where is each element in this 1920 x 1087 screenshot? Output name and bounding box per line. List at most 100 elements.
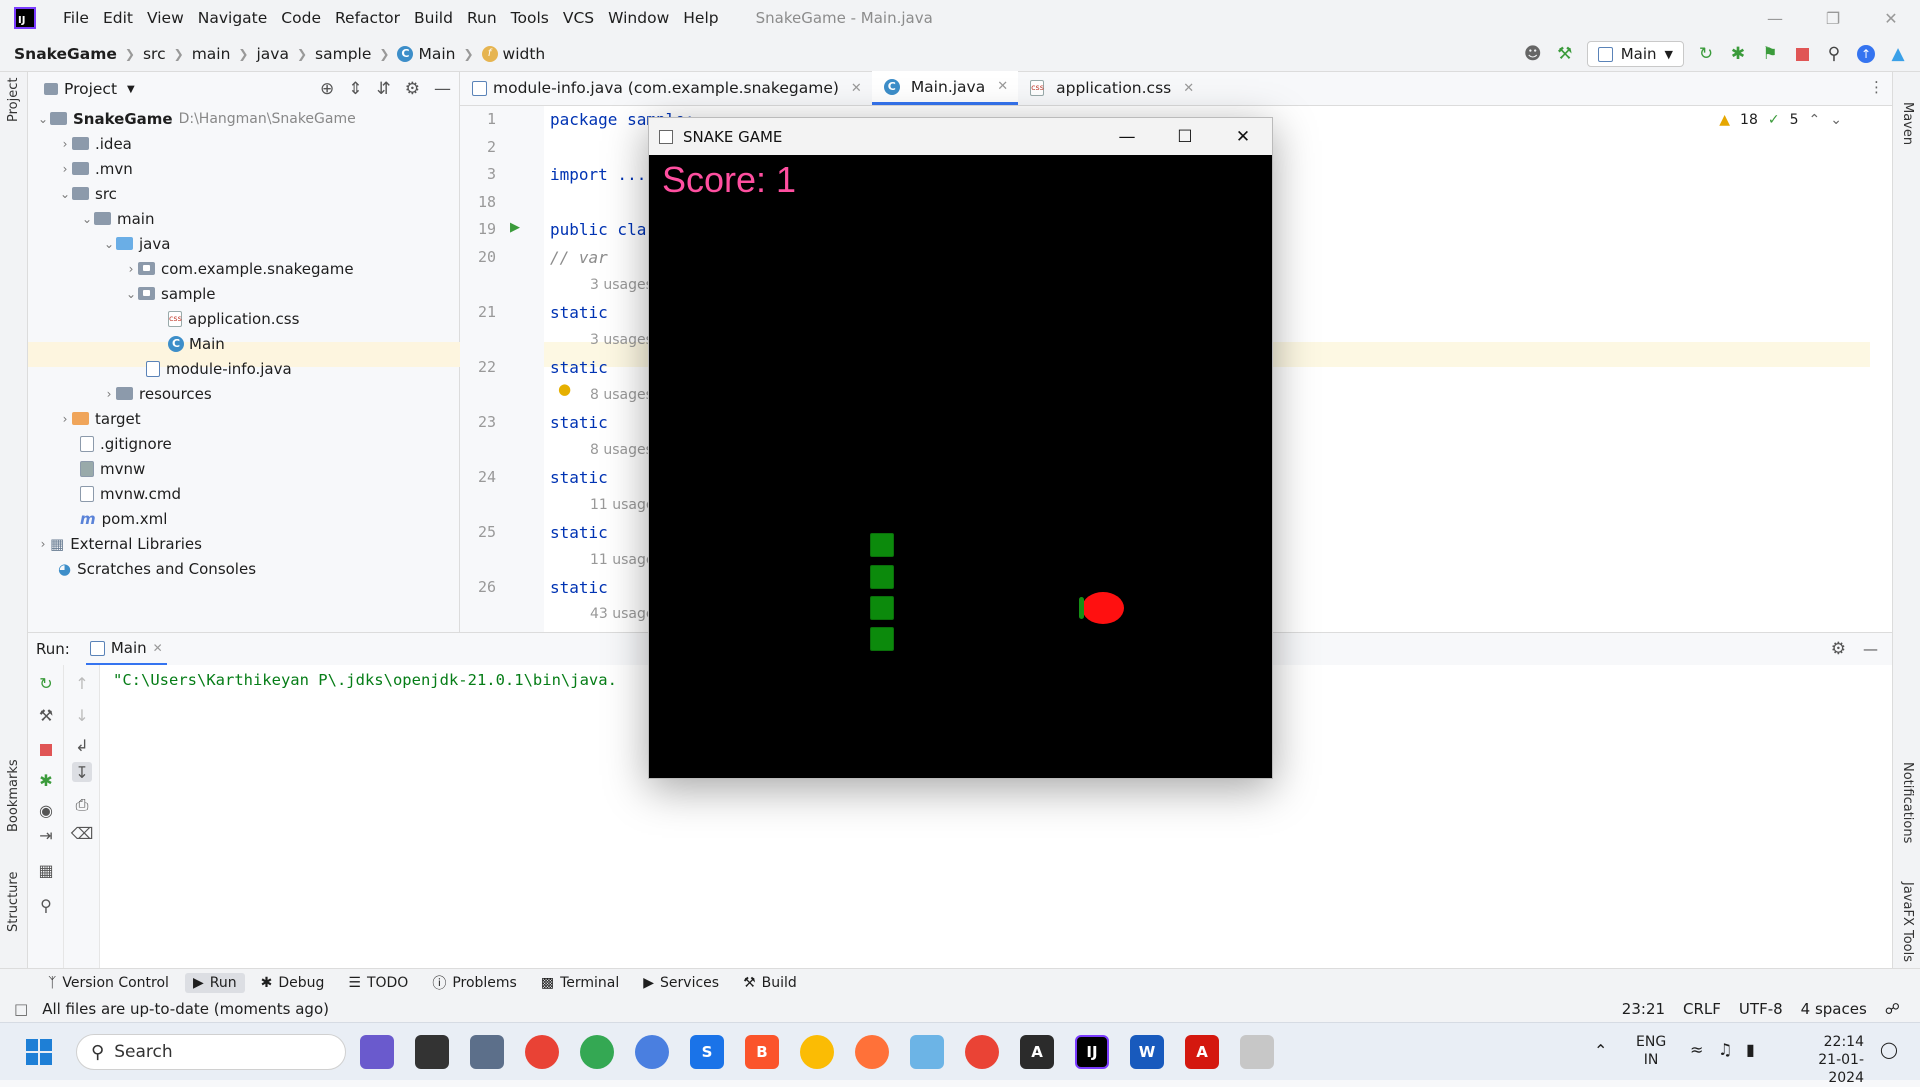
tree-item-src[interactable]: ⌄ src: [58, 181, 117, 206]
minimize-icon[interactable]: —: [1098, 118, 1156, 155]
chevron-down-icon[interactable]: ⌄: [102, 237, 116, 251]
bookmarks-tool-button[interactable]: Bookmarks: [6, 759, 21, 832]
menu-run[interactable]: Run: [460, 9, 504, 27]
tab-services[interactable]: ▶ Services: [635, 973, 727, 993]
inspection-widget[interactable]: ▲ 18 ✓ 5 ⌃ ⌄: [1719, 112, 1842, 128]
tree-item-target[interactable]: › target: [58, 406, 141, 431]
acrobat-icon[interactable]: A: [1185, 1035, 1219, 1069]
arrow-up-icon[interactable]: ↑: [72, 673, 92, 693]
chevron-up-icon[interactable]: ⌃: [1809, 112, 1821, 128]
chrome-alt-icon[interactable]: [800, 1035, 834, 1069]
word-icon[interactable]: W: [1130, 1035, 1164, 1069]
code-line[interactable]: static: [550, 578, 608, 597]
javafx-tools-button[interactable]: JavaFX Tools: [1900, 882, 1915, 962]
chevron-right-icon[interactable]: ›: [58, 412, 72, 426]
scroll-to-end-icon[interactable]: ↧: [72, 762, 92, 782]
jetbrains-logo-icon[interactable]: ▲: [1888, 44, 1908, 64]
print-icon[interactable]: ⎙: [72, 795, 92, 815]
copilot-icon[interactable]: [360, 1035, 394, 1069]
expand-all-icon[interactable]: ⇕: [348, 79, 362, 99]
debug-icon[interactable]: ✱: [1728, 44, 1748, 64]
gear-icon[interactable]: ⚙: [405, 79, 420, 99]
panel-toggle-icon[interactable]: □: [14, 1000, 28, 1018]
menu-build[interactable]: Build: [407, 9, 460, 27]
maximize-icon[interactable]: ☐: [1156, 118, 1214, 155]
debug-icon[interactable]: ✱: [36, 770, 56, 790]
breadcrumb-class[interactable]: Main: [418, 45, 455, 63]
volume-icon[interactable]: ♫: [1718, 1040, 1732, 1059]
tree-item-application-css[interactable]: css application.css: [168, 306, 299, 331]
notification-bell-icon[interactable]: ◯: [1880, 1040, 1898, 1059]
taskbar-search[interactable]: ⚲ Search: [76, 1034, 346, 1070]
line-separator[interactable]: CRLF: [1683, 1000, 1721, 1018]
maven-tool-button[interactable]: Maven: [1900, 102, 1915, 145]
brave-icon[interactable]: B: [745, 1035, 779, 1069]
code-line[interactable]: static: [550, 358, 608, 377]
close-icon[interactable]: ✕: [1862, 0, 1920, 36]
status-message[interactable]: All files are up-to-date (moments ago): [42, 1000, 329, 1018]
lock-icon[interactable]: ☍: [1885, 1000, 1900, 1018]
task-view-icon[interactable]: [415, 1035, 449, 1069]
trash-icon[interactable]: ⌫: [71, 823, 94, 843]
tab-module-info[interactable]: module-info.java (com.example.snakegame)…: [460, 71, 872, 105]
layout-icon[interactable]: ▦: [36, 860, 56, 880]
menu-code[interactable]: Code: [274, 9, 328, 27]
tree-item-resources[interactable]: › resources: [102, 381, 212, 406]
usages-hint[interactable]: 3 usages: [590, 332, 653, 348]
language-indicator[interactable]: ENG IN: [1636, 1033, 1666, 1069]
tab-debug[interactable]: ✱ Debug: [253, 973, 333, 993]
breadcrumb-java[interactable]: java: [256, 45, 288, 63]
tree-item-external-libraries[interactable]: › ▦ External Libraries: [36, 531, 202, 556]
project-panel-title[interactable]: Project: [64, 80, 117, 98]
chrome-third-icon[interactable]: [965, 1035, 999, 1069]
menu-view[interactable]: View: [140, 9, 191, 27]
battery-icon[interactable]: ▮: [1746, 1040, 1755, 1059]
tab-version-control[interactable]: ᛉ Version Control: [40, 973, 177, 993]
close-tab-icon[interactable]: ✕: [1183, 81, 1194, 96]
structure-tool-button[interactable]: Structure: [6, 872, 21, 932]
usages-hint[interactable]: 3 usages: [590, 277, 653, 293]
chevron-down-icon[interactable]: ⌄: [58, 187, 72, 201]
code-line[interactable]: static: [550, 303, 608, 322]
menu-tools[interactable]: Tools: [504, 9, 556, 27]
snipping-tool-icon[interactable]: [910, 1035, 944, 1069]
snake-game-window[interactable]: SNAKE GAME — ☐ ✕ Score: 1: [648, 117, 1273, 779]
code-line[interactable]: // var: [550, 248, 608, 267]
usages-hint[interactable]: 8 usages: [590, 442, 653, 458]
tab-todo[interactable]: ☰ TODO: [340, 973, 416, 993]
tree-item-snakegame[interactable]: ⌄ SnakeGame D:\Hangman\SnakeGame: [36, 106, 356, 131]
breadcrumb-src[interactable]: src: [143, 45, 166, 63]
breadcrumb-main[interactable]: main: [192, 45, 231, 63]
tab-run[interactable]: ▶ Run: [184, 972, 245, 993]
coverage-icon[interactable]: ⚑: [1760, 44, 1780, 64]
code-line[interactable]: static: [550, 523, 608, 542]
user-icon[interactable]: ☻: [1523, 44, 1543, 64]
code-line[interactable]: static: [550, 468, 608, 487]
breadcrumb-sample[interactable]: sample: [315, 45, 371, 63]
tree-item-module-info[interactable]: module-info.java: [146, 356, 292, 381]
chevron-right-icon[interactable]: ›: [102, 387, 116, 401]
gear-icon[interactable]: ⚙: [1831, 639, 1846, 659]
breadcrumb-project[interactable]: SnakeGame: [14, 45, 117, 63]
breadcrumb-field[interactable]: width: [503, 45, 546, 63]
tree-item-mvnw[interactable]: mvnw: [80, 456, 145, 481]
close-tab-icon[interactable]: ✕: [851, 81, 862, 96]
file-encoding[interactable]: UTF-8: [1739, 1000, 1783, 1018]
firefox-icon[interactable]: [855, 1035, 889, 1069]
menu-navigate[interactable]: Navigate: [191, 9, 275, 27]
collapse-all-icon[interactable]: ⇵: [377, 79, 391, 99]
camera-icon[interactable]: ◉: [36, 800, 56, 820]
tab-application-css[interactable]: css application.css ✕: [1018, 71, 1204, 105]
arrow-down-icon[interactable]: ↓: [72, 705, 92, 725]
tab-main-java[interactable]: C Main.java ✕: [871, 71, 1019, 105]
lightbulb-icon[interactable]: ●: [558, 380, 571, 398]
indent-setting[interactable]: 4 spaces: [1801, 1000, 1867, 1018]
pin-icon[interactable]: ⚲: [36, 895, 56, 915]
java-app-icon[interactable]: [1240, 1035, 1274, 1069]
hide-icon[interactable]: —: [434, 79, 451, 99]
clock[interactable]: 22:14 21-01-2024: [1784, 1033, 1864, 1087]
locate-icon[interactable]: ⊕: [320, 79, 334, 99]
rerun-icon[interactable]: ↻: [36, 673, 56, 693]
usages-hint[interactable]: 11 usage: [590, 552, 655, 568]
more-tabs-icon[interactable]: ⋮: [1869, 78, 1884, 96]
